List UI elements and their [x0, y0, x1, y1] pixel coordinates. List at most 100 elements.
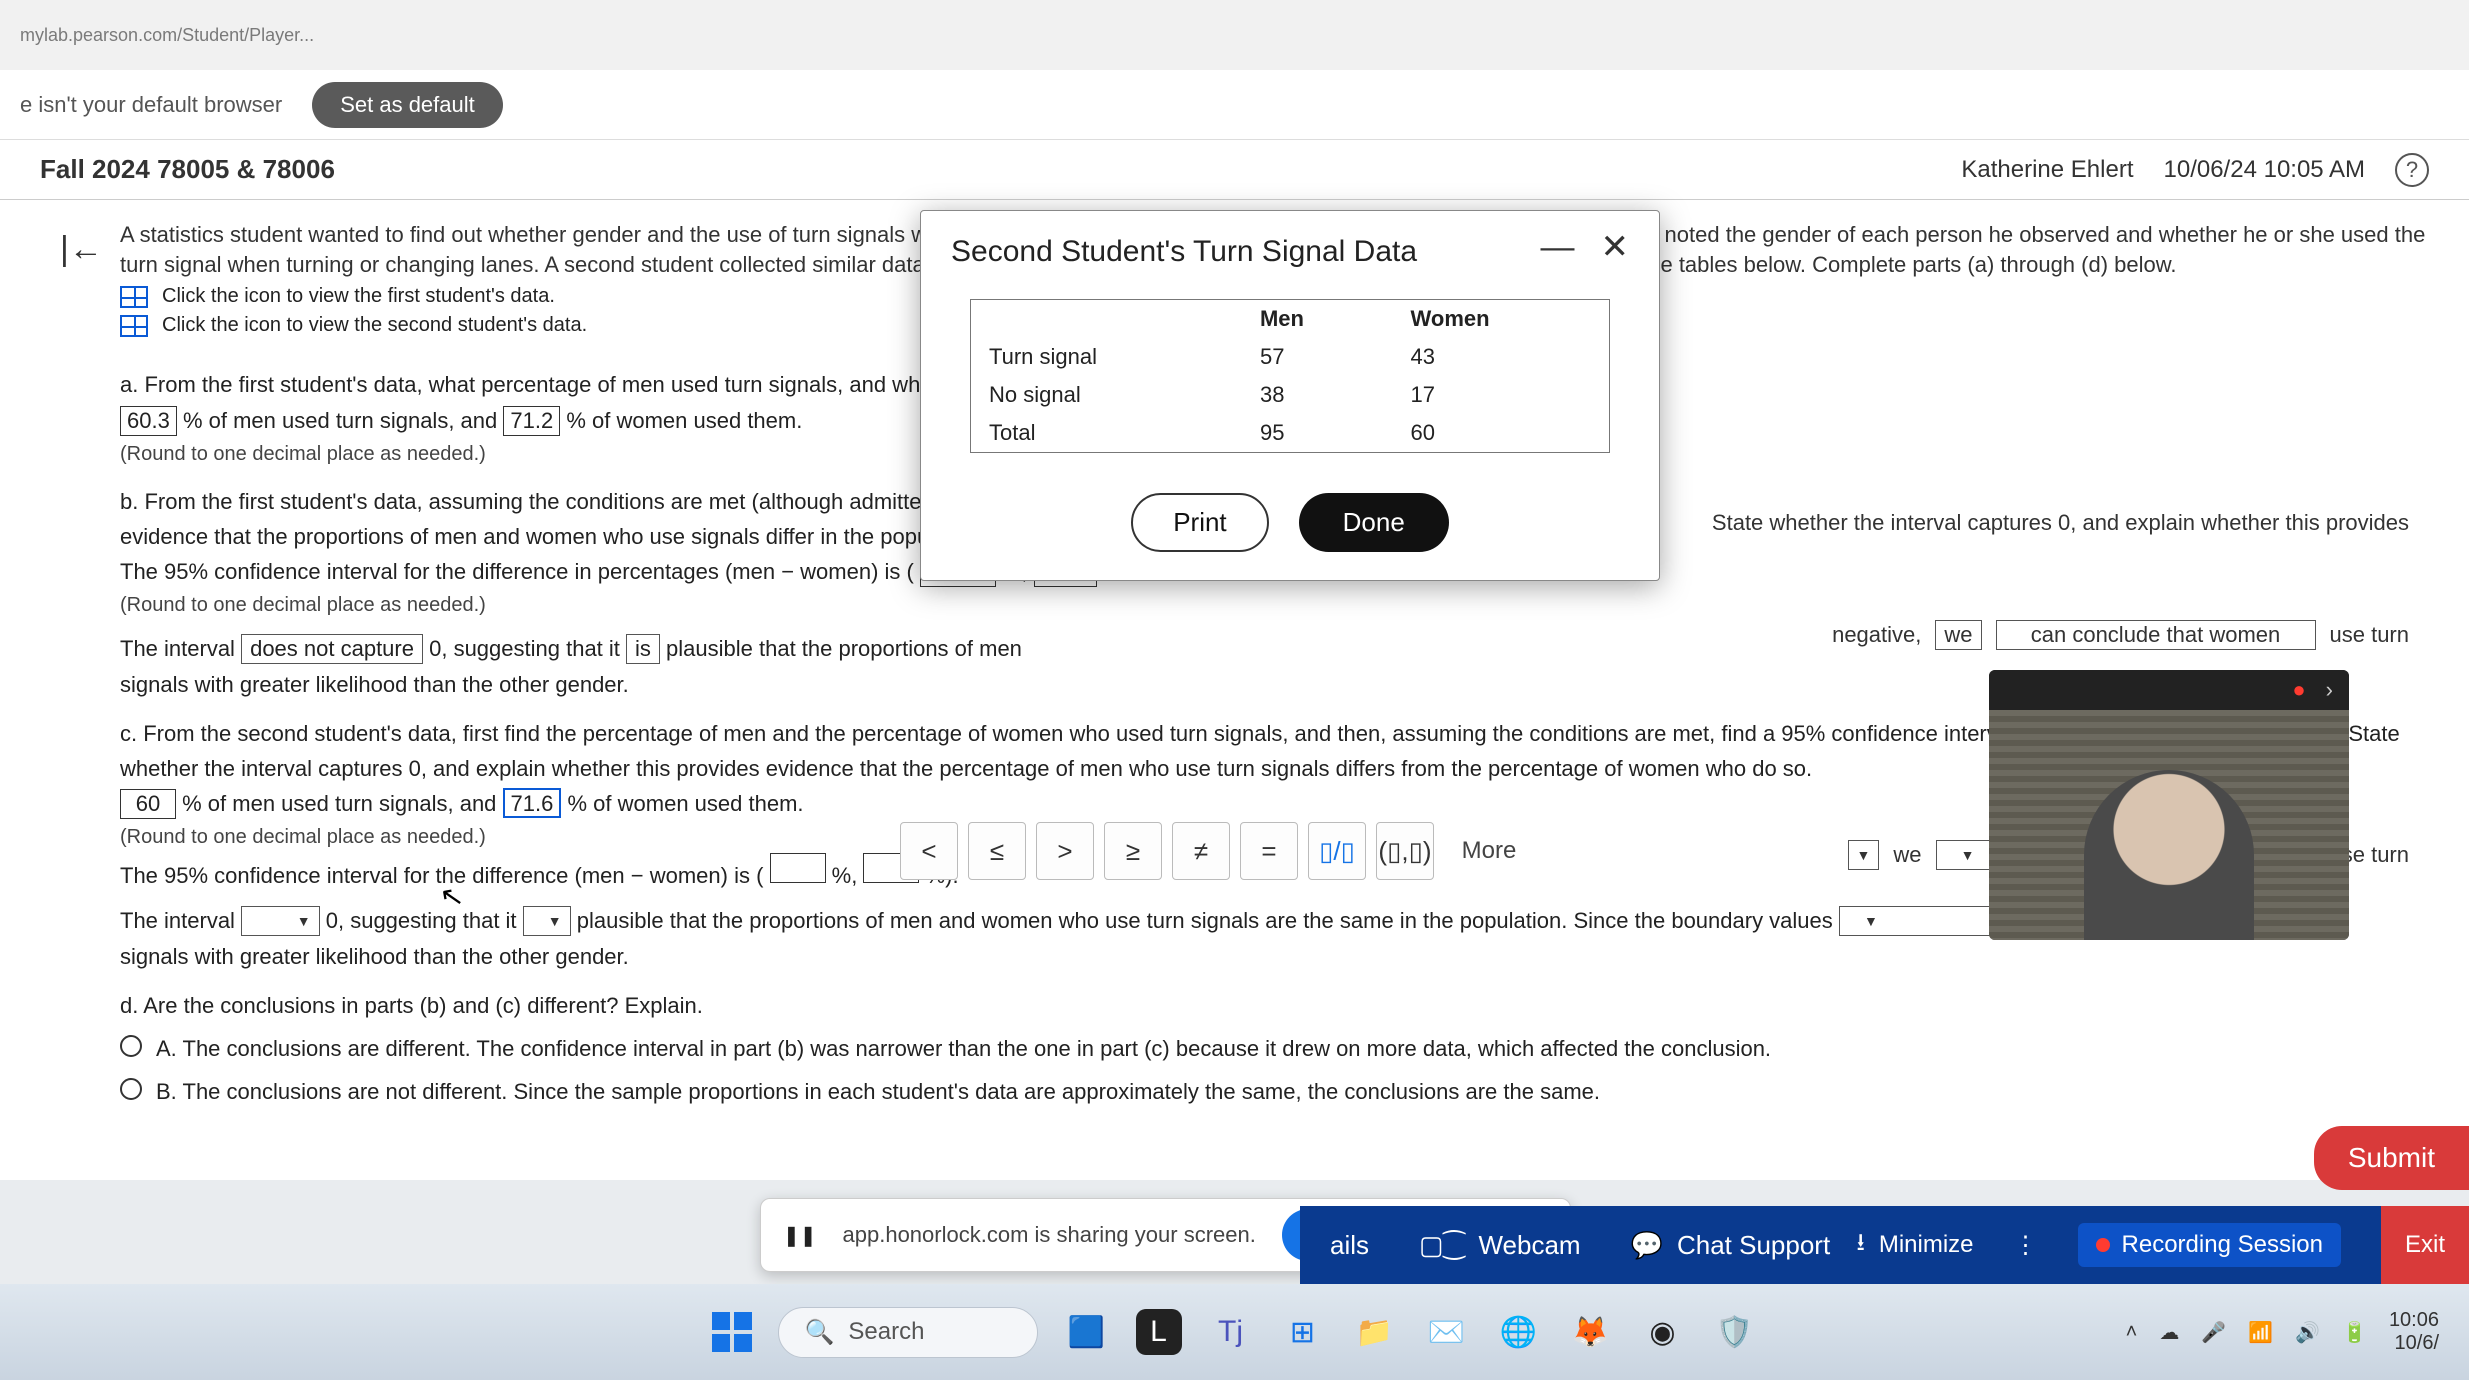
clock-time: 10:06 — [2389, 1309, 2439, 1332]
webcam-face — [2084, 770, 2254, 940]
download-icon: ⭳ — [1856, 1225, 1864, 1266]
a-men-answer[interactable]: 60.3 — [120, 406, 177, 436]
math-palette: < ≤ > ≥ ≠ = ▯/▯ (▯,▯) More — [900, 822, 1534, 880]
tb-edge-icon[interactable]: 🌐 — [1496, 1309, 1542, 1355]
rf2-conclude: can conclude that women — [2031, 622, 2281, 648]
tb-explorer-icon[interactable]: 📁 — [1352, 1309, 1398, 1355]
palette-le[interactable]: ≤ — [968, 822, 1026, 880]
choice-a-row[interactable]: A. The conclusions are different. The co… — [120, 1031, 2429, 1066]
radio-b[interactable] — [120, 1078, 142, 1100]
hl-webcam[interactable]: ▢⁐ Webcam — [1419, 1230, 1581, 1261]
tb-shield-icon[interactable]: 🛡️ — [1712, 1309, 1758, 1355]
kebab-icon[interactable]: ⋮ — [2014, 1231, 2038, 1260]
rf3-dd1[interactable]: ▼ — [1848, 840, 1880, 870]
a-women-answer[interactable]: 71.2 — [503, 406, 560, 436]
tb-app-icon[interactable]: L — [1136, 1309, 1182, 1355]
table-row: Total 95 60 — [971, 414, 1609, 452]
hl-webcam-label: Webcam — [1478, 1230, 1580, 1261]
clock-date: 10/6/ — [2389, 1332, 2439, 1355]
palette-interval[interactable]: (▯,▯) — [1376, 822, 1434, 880]
palette-eq[interactable]: = — [1240, 822, 1298, 880]
interval-text3c: plausible that the proportions of men an… — [577, 908, 1839, 933]
hl-minimize[interactable]: ⭳ Minimize — [1856, 1225, 1973, 1266]
part-d-prompt: d. Are the conclusions in parts (b) and … — [120, 988, 2429, 1023]
tray-onedrive-icon[interactable]: ☁ — [2159, 1320, 2179, 1345]
table-row: No signal 38 17 — [971, 376, 1609, 414]
first-data-label: Click the icon to view the first student… — [162, 285, 555, 308]
palette-ge[interactable]: ≥ — [1104, 822, 1162, 880]
palette-lt[interactable]: < — [900, 822, 958, 880]
camera-icon: ▢⁐ — [1419, 1230, 1464, 1261]
windows-start-icon[interactable] — [712, 1312, 752, 1352]
tb-store-icon[interactable]: ⊞ — [1280, 1309, 1326, 1355]
modal-close-icon[interactable]: ✕ — [1601, 235, 1630, 259]
boundary-dropdown[interactable]: ▼ — [1839, 906, 1999, 936]
tray-wifi-icon[interactable]: 📶 — [2248, 1320, 2273, 1345]
submit-button[interactable]: Submit — [2314, 1126, 2469, 1190]
share-message: app.honorlock.com is sharing your screen… — [843, 1222, 1256, 1248]
pip-expand-icon[interactable]: › — [2326, 677, 2333, 703]
is-dropdown-b[interactable]: is — [626, 634, 660, 664]
choice-b-row[interactable]: B. The conclusions are not different. Si… — [120, 1074, 2429, 1109]
tb-teams-icon[interactable]: Tj — [1208, 1309, 1254, 1355]
hl-chat[interactable]: 💬Chat Support — [1631, 1230, 1831, 1261]
rf2-use: use turn — [2330, 622, 2410, 648]
tb-firefox-icon[interactable]: 🦊 — [1568, 1309, 1614, 1355]
col-blank — [971, 300, 1242, 338]
palette-fraction[interactable]: ▯/▯ — [1308, 822, 1366, 880]
tb-copilot-icon[interactable]: 🟦 — [1064, 1309, 1110, 1355]
rf2-conclude-dd[interactable]: can conclude that women — [1996, 620, 2316, 650]
a-text1: % of men used turn signals, and — [183, 408, 497, 433]
is-dropdown-c[interactable]: ▼ — [523, 906, 571, 936]
rf2-neg: negative, — [1832, 622, 1921, 648]
interval-capture-dropdown-c[interactable]: ▼ — [241, 906, 320, 936]
taskbar-clock[interactable]: 10:06 10/6/ — [2389, 1309, 2439, 1355]
tray-chevron-icon[interactable]: ˄ — [2126, 1321, 2138, 1344]
hl-min-label: Minimize — [1879, 1231, 1974, 1259]
hl-exit[interactable]: Exit — [2381, 1206, 2469, 1284]
tray-mic-icon[interactable]: 🎤 — [2201, 1320, 2226, 1345]
pip-record-icon[interactable]: ● — [2292, 677, 2305, 703]
taskbar-search-label: Search — [848, 1318, 924, 1346]
done-button[interactable]: Done — [1299, 493, 1449, 552]
honorlock-bar: ails ▢⁐Webcam 💬Chat Support ⭳Minimize ⋮ … — [1300, 1206, 2469, 1284]
right-fragment-1: State whether the interval captures 0, a… — [1712, 510, 2409, 536]
modal-minimize-icon[interactable]: — — [1541, 235, 1575, 259]
palette-gt[interactable]: > — [1036, 822, 1094, 880]
ci-c-low[interactable] — [770, 853, 826, 883]
taskbar-search[interactable]: 🔍 Search — [778, 1307, 1038, 1358]
choice-b-text: B. The conclusions are not different. Si… — [156, 1074, 1600, 1109]
interval-text4c: signals with greater likelihood than the… — [120, 939, 2429, 974]
tb-mail-icon[interactable]: ✉️ — [1424, 1309, 1470, 1355]
hl-details[interactable]: ails — [1330, 1230, 1369, 1261]
interval-capture-dropdown-b[interactable]: does not capture — [241, 634, 423, 664]
header-datetime: 10/06/24 10:05 AM — [2164, 156, 2366, 184]
tb-chrome-icon[interactable]: ◉ — [1640, 1309, 1686, 1355]
col-women: Women — [1393, 300, 1609, 338]
interval-text2c: 0, suggesting that it — [326, 908, 523, 933]
collapse-panel-icon[interactable]: |← — [60, 230, 103, 269]
table-icon — [120, 315, 148, 337]
interval-text2: 0, suggesting that it — [429, 636, 626, 661]
c-women-answer[interactable]: 71.6 — [503, 788, 562, 818]
windows-taskbar: 🔍 Search 🟦 L Tj ⊞ 📁 ✉️ 🌐 🦊 ◉ 🛡️ ˄ ☁ 🎤 📶 … — [0, 1284, 2469, 1380]
radio-a[interactable] — [120, 1035, 142, 1057]
c-men-answer[interactable]: 60 — [120, 789, 176, 819]
c-text1: % of men used turn signals, and — [182, 791, 496, 816]
help-icon[interactable]: ? — [2395, 153, 2429, 187]
user-name: Katherine Ehlert — [1961, 156, 2133, 184]
print-button[interactable]: Print — [1131, 493, 1268, 552]
rf2-we-dd[interactable]: we — [1935, 620, 1981, 650]
tray-volume-icon[interactable]: 🔊 — [2295, 1320, 2320, 1345]
share-pause-icon[interactable]: ❚❚ — [783, 1223, 817, 1248]
palette-ne[interactable]: ≠ — [1172, 822, 1230, 880]
tray-battery-icon[interactable]: 🔋 — [2342, 1320, 2367, 1345]
search-icon: 🔍 — [805, 1318, 835, 1347]
browser-url: mylab.pearson.com/Student/Player... — [20, 25, 314, 46]
set-default-button[interactable]: Set as default — [312, 82, 503, 128]
second-data-label: Click the icon to view the second studen… — [162, 314, 587, 337]
table-icon — [120, 286, 148, 308]
palette-more[interactable]: More — [1444, 822, 1534, 880]
interval-text1c: The interval — [120, 908, 235, 933]
round-hint-b: (Round to one decimal place as needed.) — [120, 589, 2429, 621]
